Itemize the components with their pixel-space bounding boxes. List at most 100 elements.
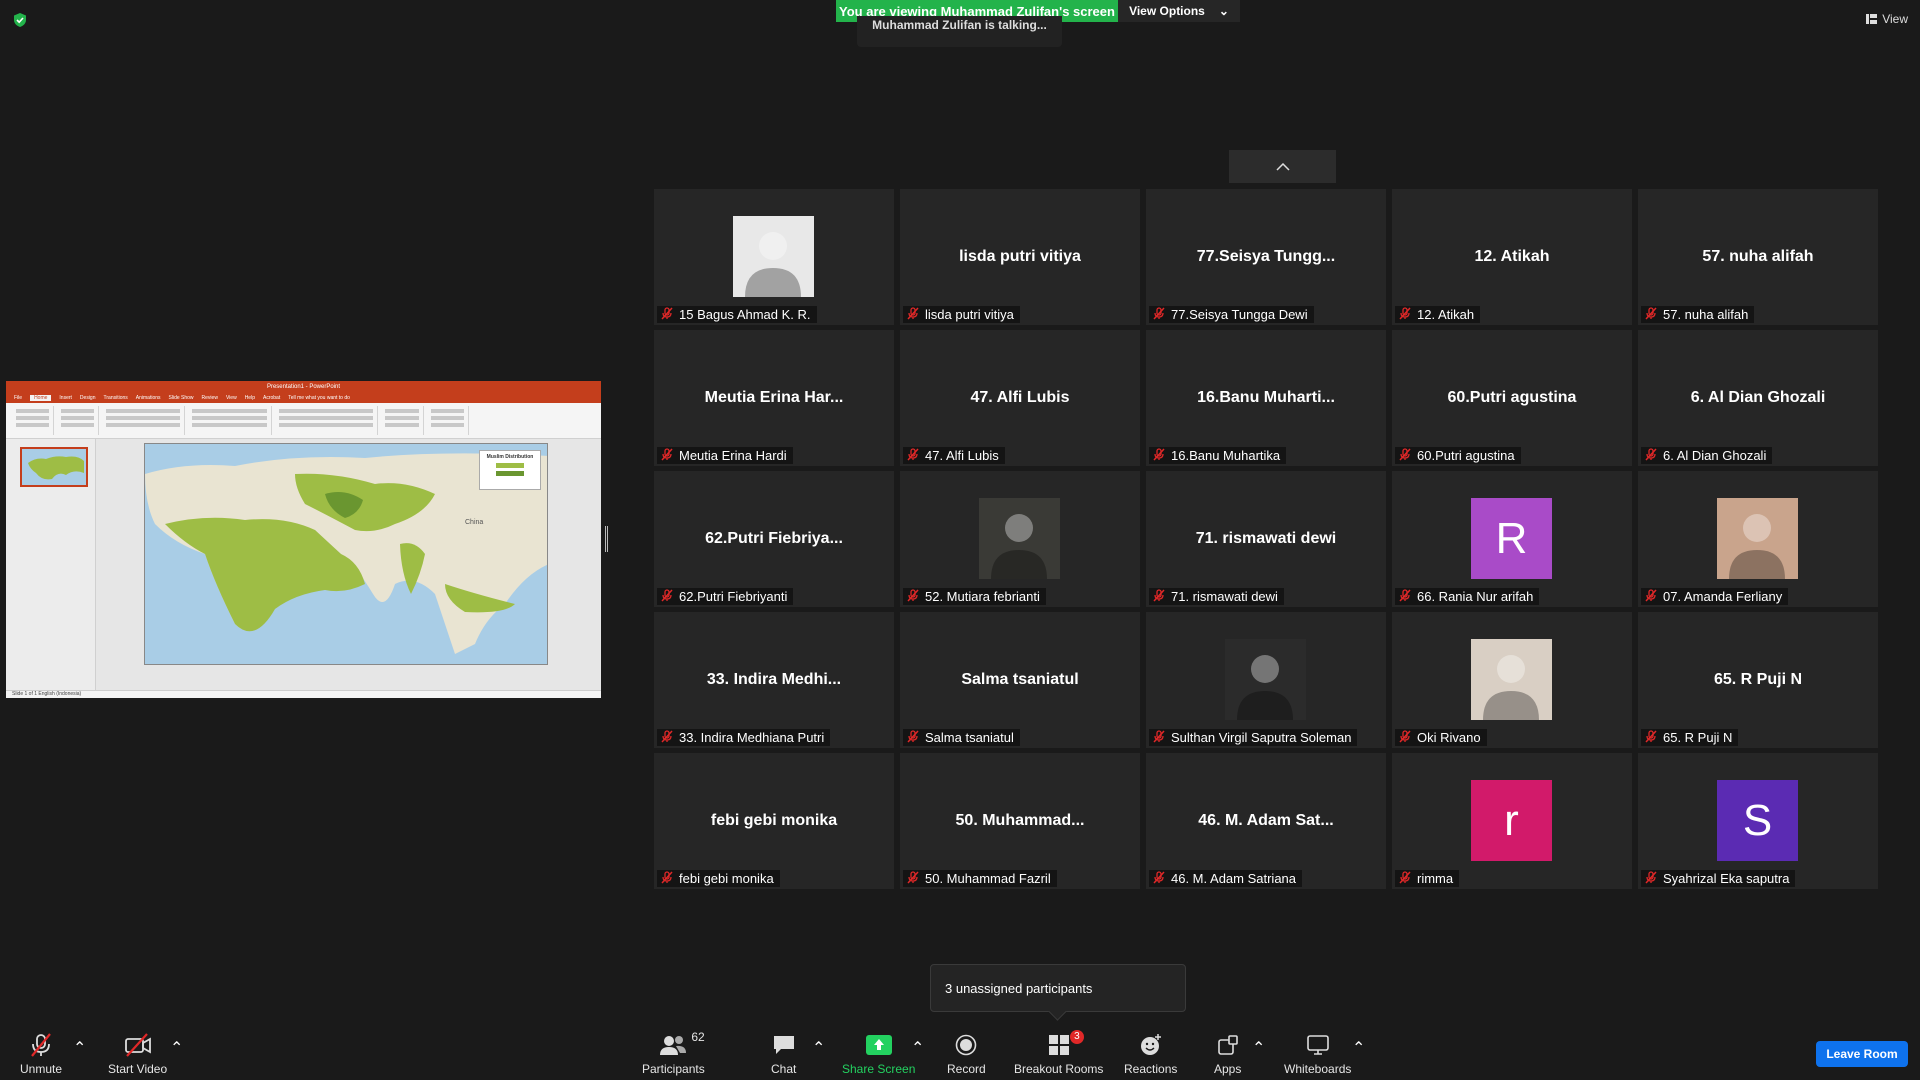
leave-room-label: Leave Room	[1826, 1047, 1898, 1061]
participant-display-name: 57. nuha alifah	[1702, 248, 1814, 265]
resize-splitter-handle[interactable]	[605, 526, 608, 552]
muted-mic-icon	[907, 306, 919, 323]
share-screen-button[interactable]: Share Screen	[842, 1032, 915, 1076]
participant-tile[interactable]: lisda putri vitiya lisda putri vitiya	[900, 189, 1140, 325]
unassigned-participants-popup[interactable]: 3 unassigned participants	[930, 964, 1186, 1012]
apps-button[interactable]: Apps	[1214, 1032, 1241, 1076]
chat-button[interactable]: Chat	[771, 1032, 796, 1076]
whiteboards-button[interactable]: Whiteboards	[1284, 1032, 1351, 1076]
participant-name-label: 65. R Puji N	[1641, 729, 1739, 746]
participant-tile[interactable]: 46. M. Adam Sat... 46. M. Adam Satriana	[1146, 753, 1386, 889]
participant-name: Salma tsaniatul	[925, 730, 1014, 745]
muted-mic-icon	[661, 870, 673, 887]
reactions-button[interactable]: Reactions	[1124, 1032, 1177, 1076]
video-options-chevron-icon[interactable]: ⌃	[170, 1038, 183, 1058]
muted-mic-icon	[907, 588, 919, 605]
pp-tab-active: Home	[30, 395, 52, 401]
participant-tile[interactable]: 15 Bagus Ahmad K. R.	[654, 189, 894, 325]
muted-mic-icon	[1399, 588, 1411, 605]
view-options-label: View Options	[1129, 4, 1205, 18]
muted-mic-icon	[661, 306, 673, 323]
participant-name: rimma	[1417, 871, 1454, 886]
participant-tile[interactable]: Meutia Erina Har... Meutia Erina Hardi	[654, 330, 894, 466]
participant-name-label: 66. Rania Nur arifah	[1395, 588, 1540, 605]
participant-tile[interactable]: 6. Al Dian Ghozali 6. Al Dian Ghozali	[1638, 330, 1878, 466]
participant-tile[interactable]: 33. Indira Medhi... 33. Indira Medhiana P…	[654, 612, 894, 748]
shared-screen[interactable]: Presentation1 - PowerPoint File Home Ins…	[6, 381, 601, 698]
participant-name-label: 12. Atikah	[1395, 306, 1481, 323]
muted-mic-icon	[1153, 306, 1165, 323]
pp-tab: Review	[201, 395, 218, 401]
participant-name-label: 33. Indira Medhiana Putri	[657, 729, 831, 746]
participant-name: 46. M. Adam Satriana	[1171, 871, 1297, 886]
participant-tile[interactable]: r rimma	[1392, 753, 1632, 889]
unmute-button[interactable]: Unmute	[20, 1032, 62, 1076]
powerpoint-status-bar: Slide 1 of 1 English (Indonesia)	[6, 690, 601, 698]
participant-tile[interactable]: 50. Muhammad... 50. Muhammad Fazril	[900, 753, 1140, 889]
security-shield-icon[interactable]	[12, 12, 28, 28]
participant-tile[interactable]: Oki Rivano	[1392, 612, 1632, 748]
record-button[interactable]: Record	[947, 1032, 986, 1076]
legend-title: Muslim Distribution	[486, 454, 534, 460]
slide-thumbnail	[20, 447, 88, 487]
participant-tile[interactable]: Sulthan Virgil Saputra Soleman	[1146, 612, 1386, 748]
participant-name: 07. Amanda Ferliany	[1663, 589, 1783, 604]
participant-name: 65. R Puji N	[1663, 730, 1733, 745]
share-options-chevron-icon[interactable]: ⌃	[911, 1038, 924, 1058]
reactions-label: Reactions	[1124, 1062, 1178, 1076]
muted-mic-icon	[1153, 870, 1165, 887]
chat-options-chevron-icon[interactable]: ⌃	[812, 1038, 825, 1058]
participant-name: Sulthan Virgil Saputra Soleman	[1171, 730, 1352, 745]
participant-display-name: 62.Putri Fiebriya...	[705, 530, 843, 547]
talking-text: Muhammad Zulifan is talking...	[872, 18, 1047, 32]
participant-tile[interactable]: 77.Seisya Tungg... 77.Seisya Tungga Dewi	[1146, 189, 1386, 325]
apps-options-chevron-icon[interactable]: ⌃	[1252, 1038, 1265, 1058]
muted-mic-icon	[1399, 306, 1411, 323]
participants-count: 62	[691, 1030, 705, 1044]
participant-name: 57. nuha alifah	[1663, 307, 1749, 322]
avatar-letter: r	[1504, 795, 1519, 845]
grid-view-icon	[1866, 14, 1878, 24]
participant-tile[interactable]: 62.Putri Fiebriya... 62.Putri Fiebriyanti	[654, 471, 894, 607]
participant-avatar	[1471, 639, 1552, 720]
svg-text:China: China	[465, 519, 483, 526]
audio-options-chevron-icon[interactable]: ⌃	[73, 1038, 86, 1058]
participant-tile[interactable]: R 66. Rania Nur arifah	[1392, 471, 1632, 607]
participant-display-name: 16.Banu Muharti...	[1197, 389, 1335, 406]
participant-tile[interactable]: 07. Amanda Ferliany	[1638, 471, 1878, 607]
participant-tile[interactable]: 16.Banu Muharti... 16.Banu Muhartika	[1146, 330, 1386, 466]
leave-room-button[interactable]: Leave Room	[1816, 1041, 1908, 1067]
participant-tile[interactable]: 47. Alfi Lubis 47. Alfi Lubis	[900, 330, 1140, 466]
ribbon-group	[427, 406, 469, 435]
participant-tile[interactable]: S Syahrizal Eka saputra	[1638, 753, 1878, 889]
muted-mic-icon	[661, 588, 673, 605]
participants-button[interactable]: 62 Participants	[642, 1030, 705, 1076]
participant-name-label: Oki Rivano	[1395, 729, 1487, 746]
hide-gallery-button[interactable]	[1229, 150, 1336, 183]
muted-microphone-icon	[31, 1033, 51, 1057]
participant-tile[interactable]: febi gebi monika febi gebi monika	[654, 753, 894, 889]
chat-icon	[773, 1036, 794, 1054]
view-options-button[interactable]: View Options ⌄	[1118, 0, 1240, 22]
participant-tile[interactable]: Salma tsaniatul Salma tsaniatul	[900, 612, 1140, 748]
participant-tile[interactable]: 60.Putri agustina 60.Putri agustina	[1392, 330, 1632, 466]
participant-name-label: rimma	[1395, 870, 1460, 887]
participant-display-name: 46. M. Adam Sat...	[1198, 812, 1334, 829]
participant-name-label: 47. Alfi Lubis	[903, 447, 1005, 464]
participant-tile[interactable]: 52. Mutiara febrianti	[900, 471, 1140, 607]
muted-mic-icon	[1399, 447, 1411, 464]
participant-name: 16.Banu Muhartika	[1171, 448, 1281, 463]
participant-tile[interactable]: 12. Atikah 12. Atikah	[1392, 189, 1632, 325]
view-button[interactable]: View	[1866, 12, 1908, 26]
status-text: Slide 1 of 1 English (Indonesia)	[12, 691, 82, 697]
participant-name-label: lisda putri vitiya	[903, 306, 1020, 323]
participant-tile[interactable]: 57. nuha alifah 57. nuha alifah	[1638, 189, 1878, 325]
whiteboards-options-chevron-icon[interactable]: ⌃	[1352, 1038, 1365, 1058]
start-video-button[interactable]: Start Video	[108, 1032, 167, 1076]
participant-tile[interactable]: 71. rismawati dewi 71. rismawati dewi	[1146, 471, 1386, 607]
participant-tile[interactable]: 65. R Puji N 65. R Puji N	[1638, 612, 1878, 748]
participant-name-label: Salma tsaniatul	[903, 729, 1020, 746]
muted-mic-icon	[1153, 588, 1165, 605]
breakout-rooms-button[interactable]: 3 Breakout Rooms	[1014, 1030, 1103, 1076]
participant-display-name: 65. R Puji N	[1713, 671, 1803, 688]
